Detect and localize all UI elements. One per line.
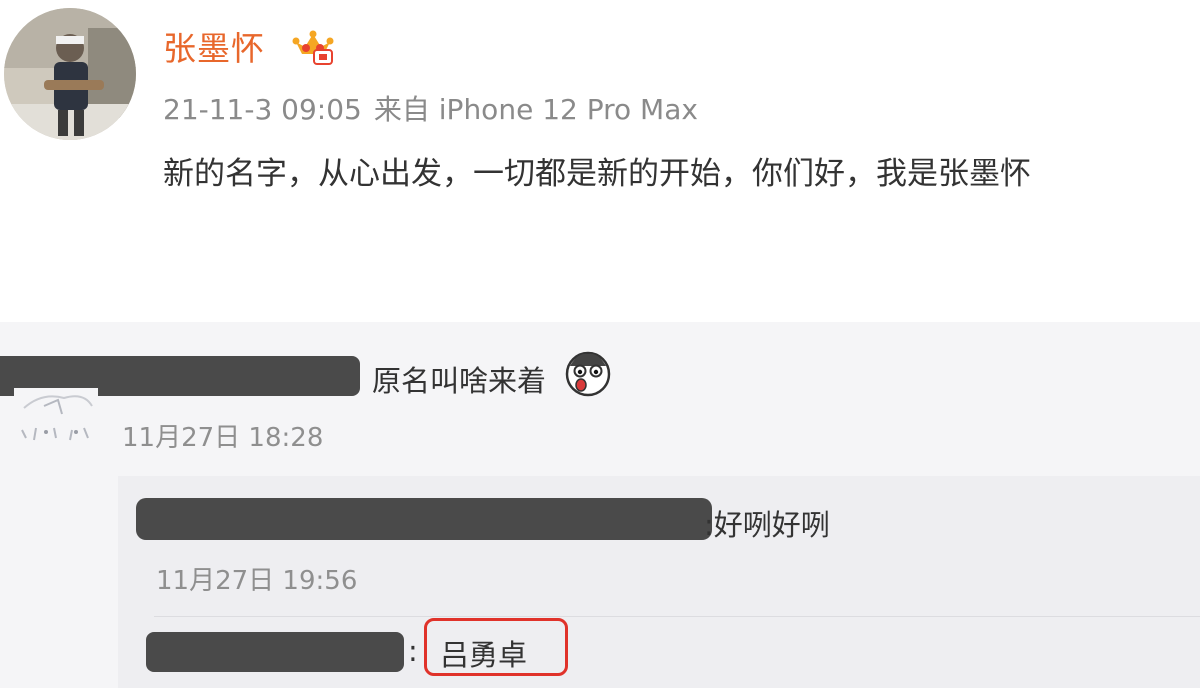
author-avatar[interactable]	[4, 8, 136, 140]
reply-thread: :好咧好咧 11月27日 19:56 : 吕勇卓	[118, 476, 1200, 688]
shocked-face-emoji-icon	[565, 351, 611, 397]
comment-text: 原名叫啥来着	[372, 364, 547, 398]
divider	[154, 616, 1200, 617]
redacted-username	[146, 632, 404, 672]
weibo-post-screenshot: 张墨怀 21-11-3 09:05 来自 iPhone 12 Pro Max 新的…	[0, 0, 1200, 688]
post-meta: 21-11-3 09:05 来自 iPhone 12 Pro Max	[163, 88, 710, 128]
reply-colon: :	[408, 634, 418, 668]
comment-timestamp: 11月27日 18:28	[122, 423, 324, 453]
vip-crown-badge-icon[interactable]	[290, 28, 336, 66]
post-timestamp: 21-11-3 09:05	[163, 93, 362, 126]
reply-timestamp: 11月27日 19:56	[156, 566, 358, 596]
highlighted-name: 吕勇卓	[440, 638, 528, 672]
reply-text: :好咧好咧	[704, 508, 830, 542]
post-card: 张墨怀 21-11-3 09:05 来自 iPhone 12 Pro Max 新的…	[0, 0, 1200, 322]
avatar-photo	[4, 8, 136, 140]
redacted-username	[136, 498, 712, 540]
post-text: 新的名字，从心出发，一切都是新的开始，你们好，我是张墨怀	[163, 156, 1031, 192]
author-name[interactable]: 张墨怀	[163, 22, 265, 70]
comment-section: 原名叫啥来着 11月27日 18:28 :好咧好咧 11月27日 19:56:…	[0, 322, 1200, 688]
commenter-avatar[interactable]	[14, 388, 98, 448]
post-source[interactable]: 来自 iPhone 12 Pro Max	[374, 93, 698, 126]
